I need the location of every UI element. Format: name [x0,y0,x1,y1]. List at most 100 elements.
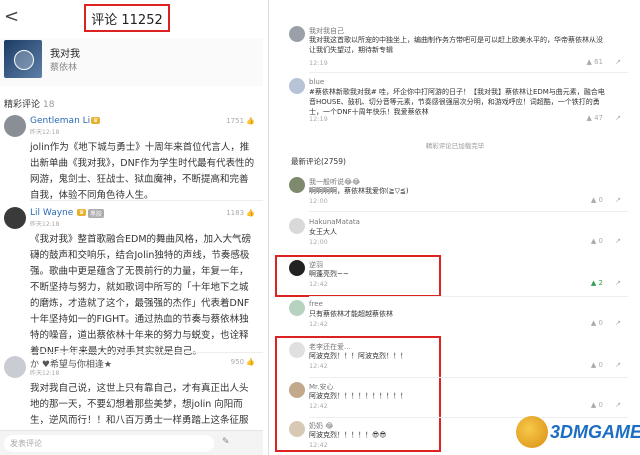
comment-username[interactable]: Gentleman Li [30,116,90,126]
comment-input[interactable]: 发表评论 [4,435,214,452]
like-count-value: 2 [598,279,603,287]
page-title: 评论 11252 [84,4,170,32]
like-count-value: 1183 [226,209,245,217]
comment-username[interactable]: free [309,300,323,308]
like-icon: ▲ [586,114,592,122]
like-button[interactable]: ▲ 61 [586,58,603,66]
like-button[interactable]: ▲ 0 [591,196,603,204]
watermark-logo: 3DMGAME [516,412,640,452]
avatar[interactable] [4,356,26,378]
comment-input-bar: 发表评论 ✎ [0,430,263,455]
comment-text: 啊啊啊啊，蔡依林我爱你(≧▽≦) [309,187,409,195]
comment-time: 昨天12:18 [30,129,60,136]
divider [309,211,628,212]
share-icon[interactable]: ↗ [615,114,621,122]
song-name: 我对我 [50,49,80,60]
comment-time: 昨天12:18 [30,370,60,377]
avatar[interactable] [289,382,305,398]
watermark-text: 3DMGAME [550,422,640,442]
like-count-value: 0 [598,196,603,204]
back-button[interactable]: < [4,6,19,27]
comment-text: 女王大人 [309,228,337,236]
divider [309,377,628,378]
avatar[interactable] [289,300,305,316]
comment-item: Mr.安心 阿波克烈！！！！！！！！！！ 12:42 ▲ 0 ↗ [285,382,625,414]
like-button[interactable]: ▲ 0 [591,361,603,369]
like-count-value: 0 [598,401,603,409]
comment-time: 12:42 [309,280,328,288]
comment-time: 12:00 [309,238,328,246]
like-count-value: 1751 [226,117,245,125]
comment-item: 老李还在爱… 阿波克烈！！！阿波克烈！！！ 12:42 ▲ 0 ↗ [285,342,625,374]
comment-time: 12:42 [309,320,328,328]
comment-time: 12:19 [309,115,328,123]
like-count[interactable]: 1183 👍 [226,209,255,217]
comment-text: 我对我自己说，这世上只有靠自己，才有真正出人头地的那一天，不要幻想着那些美梦，想… [30,383,249,426]
comment-item: blue #蔡依林新歌我对我# 哇，坏企你中打阿游的日子！【我对我】蔡依林让ED… [285,78,625,124]
avatar[interactable] [289,260,305,276]
comment-text: 我对我这首歌以所宠的中独坐上，编曲制作务方带吧可是可以赶上欧美水平的，华帝蔡依林… [309,36,603,54]
avatar[interactable] [289,342,305,358]
like-count-value: 0 [598,237,603,245]
like-count[interactable]: 1751 👍 [226,117,255,125]
comment-text: 阿波克烈！！！阿波克烈！！！ [309,352,407,360]
share-icon[interactable]: ↗ [615,279,621,287]
comment-item: 我一般听说😂😂 啊啊啊啊，蔡依林我爱你(≧▽≦) 12:00 ▲ 0 ↗ [285,177,625,207]
avatar[interactable] [4,207,26,229]
loaded-notice: 精彩评论已加载完毕 [425,142,485,150]
comment-item: か ♥希望与你相逢★ 昨天12:18 950 👍 我对我自己说，这世上只有靠自己… [0,356,263,428]
share-icon[interactable]: ↗ [615,237,621,245]
avatar[interactable] [289,26,305,42]
share-icon[interactable]: ↗ [615,196,621,204]
divider [309,72,628,73]
top-bar: < 评论 11252 [0,0,263,34]
comment-time: 12:19 [309,59,328,67]
like-button[interactable]: ▲ 0 [591,319,603,327]
comment-time: 12:00 [309,197,328,205]
section-count: 18 [43,100,55,110]
divider [30,352,263,353]
song-artist: 蔡依林 [50,63,78,73]
share-icon[interactable]: ↗ [615,58,621,66]
comment-item: Gentleman Li ♛ 昨天12:18 1751 👍 jolin作为《地下… [0,115,263,201]
comment-item: HakunaMatata 女王大人 12:00 ▲ 0 ↗ [285,218,625,248]
like-icon: ▲ [590,319,597,327]
latest-comments-title: 最新评论(2759) [291,157,346,166]
comments-panel-right: 我对我自己 我对我这首歌以所宠的中独坐上，编曲制作务方带吧可是可以赶上欧美水平的… [268,0,640,455]
comment-username[interactable]: blue [309,78,324,86]
album-cover-icon [4,40,42,78]
comment-text: 阿波克烈！！！！！！！！！！ [309,392,407,400]
avatar[interactable] [289,78,305,94]
comment-time: 昨天12:18 [30,221,60,228]
avatar[interactable] [4,115,26,137]
avatar[interactable] [289,421,305,437]
vip-crown-icon: ♛ [77,209,87,216]
like-button[interactable]: ▲ 0 [591,401,603,409]
comment-username[interactable]: Lil Wayne [30,208,73,218]
like-icon: ▲ [590,361,597,369]
like-count-value: 61 [594,58,603,66]
vip-crown-icon: ♛ [91,117,101,124]
like-count-value: 47 [594,114,603,122]
share-icon[interactable]: ↗ [615,319,621,327]
section-title: 精彩评论 18 [4,97,54,110]
like-icon: ▲ [586,58,592,66]
song-card[interactable]: 我对我 蔡依林 [0,38,263,86]
comment-item: 逆羽 啊蓬亮烈~~ 12:42 ▲ 2 ↗ [285,260,625,292]
like-button[interactable]: ▲ 0 [591,237,603,245]
avatar[interactable] [289,218,305,234]
comments-panel-left: < 评论 11252 我对我 蔡依林 精彩评论 18 Gentleman Li ♛… [0,0,263,455]
member-badge: 黑胶 [88,209,105,218]
like-count-value: 0 [598,361,603,369]
avatar[interactable] [289,177,305,193]
like-count[interactable]: 950 👍 [231,358,255,366]
comment-username[interactable]: HakunaMatata [309,218,360,226]
share-icon[interactable]: ↗ [615,361,621,369]
comment-time: 12:42 [309,362,328,370]
comment-item: 我对我自己 我对我这首歌以所宠的中独坐上，编曲制作务方带吧可是可以赶上欧美水平的… [285,26,625,68]
share-icon[interactable]: ↗ [615,401,621,409]
like-button[interactable]: ▲ 2 [591,279,603,287]
like-button[interactable]: ▲ 47 [586,114,603,122]
like-count-value: 0 [598,319,603,327]
send-icon[interactable]: ✎ [222,437,230,447]
